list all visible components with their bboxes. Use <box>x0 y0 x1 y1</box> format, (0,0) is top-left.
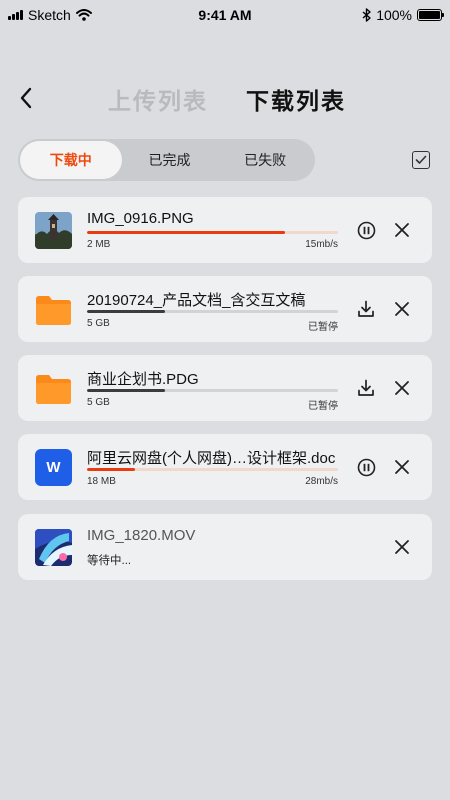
segment-failed[interactable]: 已失败 <box>217 141 313 179</box>
pause-button[interactable] <box>355 456 377 478</box>
close-icon <box>395 302 409 316</box>
word-doc-icon: W <box>35 449 72 486</box>
checkbox-checked-icon <box>415 155 427 164</box>
video-thumbnail <box>35 529 72 566</box>
file-size: 5 GB <box>87 318 110 329</box>
status-right: 100% <box>362 7 444 23</box>
pause-icon <box>357 458 375 476</box>
signal-icon <box>8 10 23 20</box>
wifi-icon <box>75 9 92 21</box>
download-icon <box>358 300 374 317</box>
progress-bar <box>87 389 338 392</box>
status-left: Sketch <box>8 7 92 23</box>
download-speed: 15mb/s <box>305 239 338 250</box>
close-icon <box>395 460 409 474</box>
file-size: 5 GB <box>87 397 110 408</box>
segment-downloading[interactable]: 下载中 <box>20 141 122 179</box>
status-bar: Sketch 9:41 AM 100% <box>0 0 450 30</box>
status-text: 已暂停 <box>308 322 338 333</box>
battery-icon <box>417 9 444 21</box>
resume-download-button[interactable] <box>355 298 377 320</box>
segment-completed[interactable]: 已完成 <box>122 141 218 179</box>
file-name: IMG_0916.PNG <box>87 210 194 227</box>
back-button[interactable] <box>14 84 38 112</box>
status-text: 已暂停 <box>308 401 338 412</box>
download-item[interactable]: 商业企划书.PDG 5 GB 已暂停 <box>18 355 432 421</box>
remove-button[interactable] <box>391 536 413 558</box>
download-item[interactable]: W 阿里云网盘(个人网盘)…设计框架.doc 18 MB 28mb/s <box>18 434 432 500</box>
progress-bar <box>87 310 338 313</box>
folder-icon <box>35 370 72 407</box>
resume-download-button[interactable] <box>355 377 377 399</box>
file-size: 2 MB <box>87 239 111 250</box>
status-filter-segment: 下载中 已完成 已失败 <box>18 139 315 181</box>
download-speed: 28mb/s <box>305 476 338 487</box>
download-icon <box>358 379 374 396</box>
file-name: IMG_1820.MOV <box>87 527 196 544</box>
close-icon <box>395 223 409 237</box>
remove-button[interactable] <box>391 456 413 478</box>
battery-percent: 100% <box>376 7 412 23</box>
file-name: 阿里云网盘(个人网盘)…设计框架.doc <box>87 450 336 467</box>
tab-upload-list[interactable]: 上传列表 <box>108 82 208 116</box>
download-item[interactable]: IMG_0916.PNG 2 MB 15mb/s <box>18 197 432 263</box>
pause-icon <box>357 221 375 239</box>
close-icon <box>395 381 409 395</box>
progress-bar <box>87 231 338 234</box>
remove-button[interactable] <box>391 298 413 320</box>
word-doc-letter: W <box>46 459 61 476</box>
header: 上传列表 下载列表 <box>0 78 450 118</box>
photo-thumbnail <box>35 212 72 249</box>
file-name: 商业企划书.PDG <box>87 371 199 388</box>
tab-download-list[interactable]: 下载列表 <box>246 82 346 116</box>
select-all-button[interactable] <box>412 151 430 169</box>
close-icon <box>395 540 409 554</box>
chevron-left-icon <box>20 87 32 109</box>
pause-button[interactable] <box>355 219 377 241</box>
status-text: 等待中... <box>87 555 132 567</box>
file-size: 18 MB <box>87 476 116 487</box>
bluetooth-icon <box>362 8 371 22</box>
download-item[interactable]: IMG_1820.MOV 等待中... <box>18 514 432 580</box>
download-item[interactable]: 20190724_产品文档_含交互文稿 5 GB 已暂停 <box>18 276 432 342</box>
carrier-name: Sketch <box>28 7 71 23</box>
remove-button[interactable] <box>391 377 413 399</box>
progress-bar <box>87 468 338 471</box>
file-name: 20190724_产品文档_含交互文稿 <box>87 292 306 309</box>
remove-button[interactable] <box>391 219 413 241</box>
folder-icon <box>35 291 72 328</box>
